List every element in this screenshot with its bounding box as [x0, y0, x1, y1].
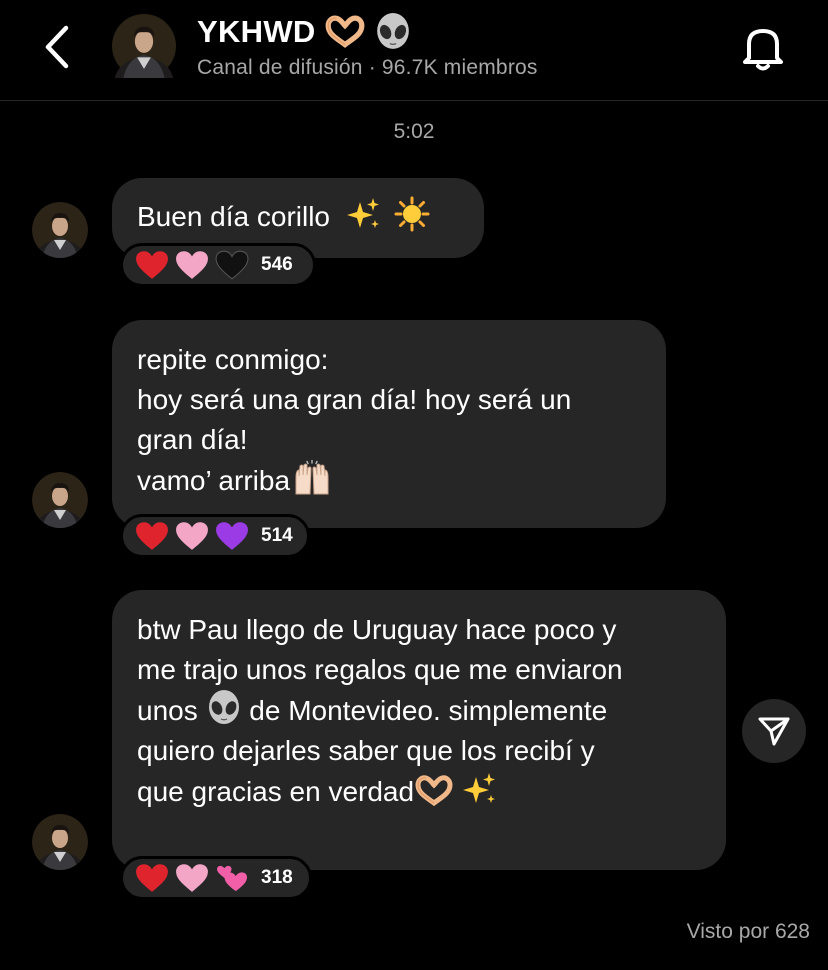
reaction-count: 514: [261, 525, 293, 546]
notifications-button[interactable]: [738, 22, 788, 72]
sun-icon: [394, 196, 430, 232]
message-text: de Montevideo. simplemente: [241, 695, 608, 726]
alien-icon: [206, 690, 242, 726]
message-text: unos: [137, 695, 206, 726]
pink-heart-icon: [175, 521, 209, 551]
heart-hands-icon: [414, 775, 454, 807]
black-heart-icon: [215, 250, 249, 280]
red-heart-icon: [135, 250, 169, 280]
member-count: 96.7K miembros: [381, 56, 538, 79]
heart-hands-icon: [324, 15, 366, 49]
channel-subtitle: Canal de difusión · 96.7K miembros: [197, 56, 538, 80]
red-heart-icon: [135, 521, 169, 551]
message-line: quiero dejarles saber que los recibí y: [137, 735, 595, 766]
message-line: repite conmigo:: [137, 344, 329, 375]
message-line: vamo’ arriba: [137, 465, 291, 496]
separator-dot: ·: [368, 56, 376, 79]
message-line: que gracias en verdad: [137, 776, 415, 807]
message-bubble[interactable]: repite conmigo: hoy será una gran día! h…: [112, 320, 666, 528]
chevron-left-icon: [45, 25, 69, 69]
message-line-with-emoji: vamo’ arriba: [137, 460, 666, 501]
message-line: hoy será una gran día! hoy será un: [137, 384, 572, 415]
message-line: btw Pau llego de Uruguay hace poco y: [137, 614, 617, 645]
message-line: me trajo unos regalos que me enviaron: [137, 654, 623, 685]
channel-title: YKHWD: [197, 14, 316, 49]
alien-icon: [374, 13, 412, 51]
seen-by-count: Visto por 628: [686, 920, 810, 943]
channel-title-row[interactable]: YKHWD: [197, 12, 412, 52]
reactions-bar[interactable]: 514: [120, 514, 310, 558]
reactions-bar[interactable]: 318: [120, 856, 312, 900]
sender-avatar[interactable]: [32, 202, 88, 258]
pink-heart-icon: [175, 863, 209, 893]
sparkles-icon: [346, 196, 382, 232]
sparkles-icon: [462, 771, 498, 807]
two-hearts-icon: [215, 863, 249, 893]
sender-avatar[interactable]: [32, 472, 88, 528]
back-button[interactable]: [36, 22, 80, 72]
reactions-bar[interactable]: 546: [120, 243, 316, 287]
bell-icon: [743, 29, 783, 71]
paper-plane-icon: [758, 717, 790, 746]
reaction-count: 546: [261, 254, 293, 275]
message-timestamp: 5:02: [393, 120, 435, 143]
message-bubble[interactable]: btw Pau llego de Uruguay hace poco y me …: [112, 590, 726, 870]
purple-heart-icon: [215, 521, 249, 551]
channel-header: YKHWD Canal de difusión · 96.7K miembros: [0, 0, 828, 101]
message-line-with-emoji: unos de Montevideo. simplemente: [137, 690, 726, 731]
message-line-with-emoji: que gracias en verdad: [137, 771, 726, 812]
red-heart-icon: [135, 863, 169, 893]
sender-avatar[interactable]: [32, 814, 88, 870]
raised-hands-icon: [290, 460, 334, 496]
share-button[interactable]: [742, 699, 806, 763]
pink-heart-icon: [175, 250, 209, 280]
message-line: gran día!: [137, 424, 248, 455]
reaction-count: 318: [261, 867, 293, 888]
message-text: Buen día corillo: [137, 201, 331, 232]
channel-avatar[interactable]: [112, 14, 176, 78]
channel-type: Canal de difusión: [197, 56, 363, 79]
